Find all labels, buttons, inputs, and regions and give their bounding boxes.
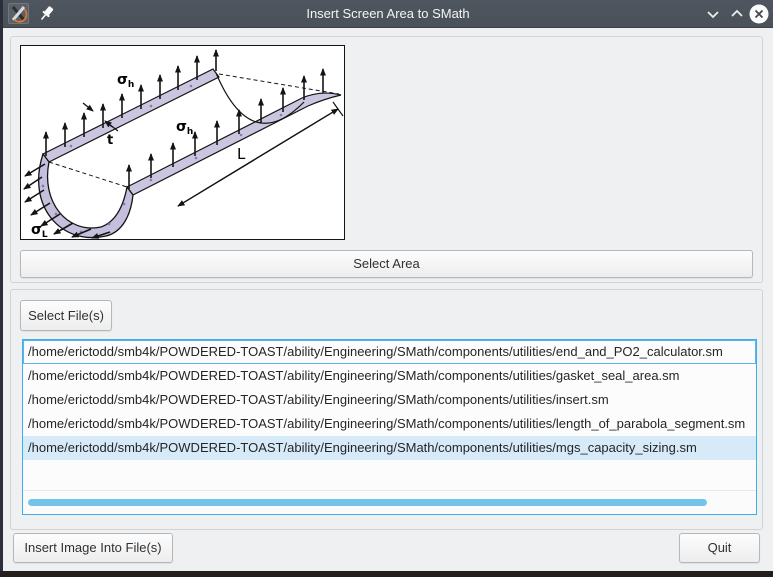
quit-button[interactable]: Quit	[679, 533, 760, 563]
desktop-edge-bottom	[0, 571, 773, 577]
length-label: L	[237, 145, 246, 163]
file-list-item[interactable]: /home/erictodd/smb4k/POWDERED-TOAST/abil…	[23, 412, 756, 436]
maximize-button[interactable]	[725, 0, 749, 28]
file-list-item[interactable]: /home/erictodd/smb4k/POWDERED-TOAST/abil…	[23, 388, 756, 412]
sigma-h-far-label: σh	[117, 72, 134, 90]
file-list-item[interactable]: /home/erictodd/smb4k/POWDERED-TOAST/abil…	[23, 340, 756, 364]
sigma-l-label: σL	[31, 222, 48, 239]
window-title: Insert Screen Area to SMath	[3, 0, 773, 28]
select-area-button[interactable]: Select Area	[20, 250, 753, 278]
thickness-label: t	[107, 133, 113, 148]
sigma-h-near-label: σh	[176, 119, 193, 137]
insert-image-button[interactable]: Insert Image Into File(s)	[13, 533, 173, 563]
chevron-down-icon	[701, 0, 725, 28]
scrollbar-thumb[interactable]	[28, 499, 707, 506]
half-pipe-stress-diagram: σh σh σL t L	[21, 46, 344, 239]
file-list-item[interactable]: /home/erictodd/smb4k/POWDERED-TOAST/abil…	[23, 364, 756, 388]
titlebar[interactable]: Insert Screen Area to SMath	[3, 0, 773, 28]
minimize-button[interactable]	[701, 0, 725, 28]
desktop-edge-left	[0, 0, 3, 577]
file-list[interactable]: /home/erictodd/smb4k/POWDERED-TOAST/abil…	[22, 339, 757, 515]
insert-screen-area-window: { "titlebar": { "title": "Insert Screen …	[0, 0, 773, 577]
chevron-up-icon	[725, 0, 749, 28]
file-list-item[interactable]: /home/erictodd/smb4k/POWDERED-TOAST/abil…	[23, 436, 756, 460]
close-button[interactable]	[747, 0, 771, 28]
horizontal-scrollbar[interactable]	[23, 490, 756, 514]
screen-area-preview-image: σh σh σL t L	[20, 45, 345, 240]
circle-x-icon	[747, 0, 771, 28]
select-files-button[interactable]: Select File(s)	[20, 300, 112, 331]
